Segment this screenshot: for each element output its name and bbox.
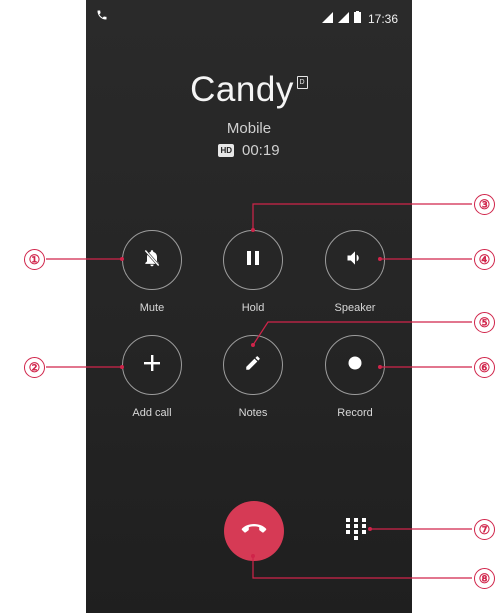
caller-name-row: Candy D [86, 70, 412, 110]
status-time: 17:36 [367, 12, 398, 26]
add-call-label: Add call [132, 407, 172, 419]
record-button[interactable]: Record [325, 335, 385, 419]
signal-icon [321, 10, 333, 28]
record-label: Record [337, 407, 373, 419]
mute-label: Mute [139, 302, 165, 314]
notes-button[interactable]: Notes [223, 335, 283, 419]
battery-icon [353, 10, 361, 28]
pencil-icon [244, 354, 262, 377]
record-circle[interactable] [325, 335, 385, 395]
in-call-screen: 17:36 Candy D Mobile HD 00:19 Mute Hold … [86, 0, 412, 613]
speaker-label: Speaker [334, 302, 376, 314]
status-bar: 17:36 [86, 0, 412, 36]
add-call-button[interactable]: Add call [122, 335, 182, 419]
hold-label: Hold [241, 302, 265, 314]
callout-8: ⑧ [474, 568, 495, 589]
phone-hangup-icon [241, 522, 267, 541]
hd-badge: HD [218, 144, 234, 157]
mute-circle[interactable] [122, 230, 182, 290]
callout-6: ⑥ [474, 357, 495, 378]
hold-button[interactable]: Hold [223, 230, 283, 314]
record-icon [347, 355, 363, 376]
signal-icon [337, 10, 349, 28]
speaker-circle[interactable] [325, 230, 385, 290]
notes-circle[interactable] [223, 335, 283, 395]
callout-5: ⑤ [474, 312, 495, 333]
end-call-button[interactable] [224, 501, 284, 561]
pause-icon [244, 249, 262, 272]
hold-circle[interactable] [223, 230, 283, 290]
sim-badge: D [296, 76, 308, 89]
plus-icon [142, 353, 162, 378]
callout-3: ③ [474, 194, 495, 215]
callout-2: ② [24, 357, 45, 378]
caller-name: Candy [190, 70, 294, 109]
add-call-circle[interactable] [122, 335, 182, 395]
call-type: Mobile [226, 120, 272, 137]
speaker-button[interactable]: Speaker [325, 230, 385, 314]
mute-button[interactable]: Mute [122, 230, 182, 314]
callout-4: ④ [474, 249, 495, 270]
notes-label: Notes [238, 407, 268, 419]
call-status-icon [96, 8, 108, 26]
speaker-icon [345, 248, 365, 273]
dialpad-button[interactable] [344, 516, 368, 542]
call-duration: 00:19 [242, 142, 280, 159]
callout-1: ① [24, 249, 45, 270]
callout-7: ⑦ [474, 519, 495, 540]
dialpad-icon [344, 518, 368, 546]
bell-off-icon [142, 248, 162, 273]
call-duration-row: HD 00:19 [86, 142, 412, 159]
